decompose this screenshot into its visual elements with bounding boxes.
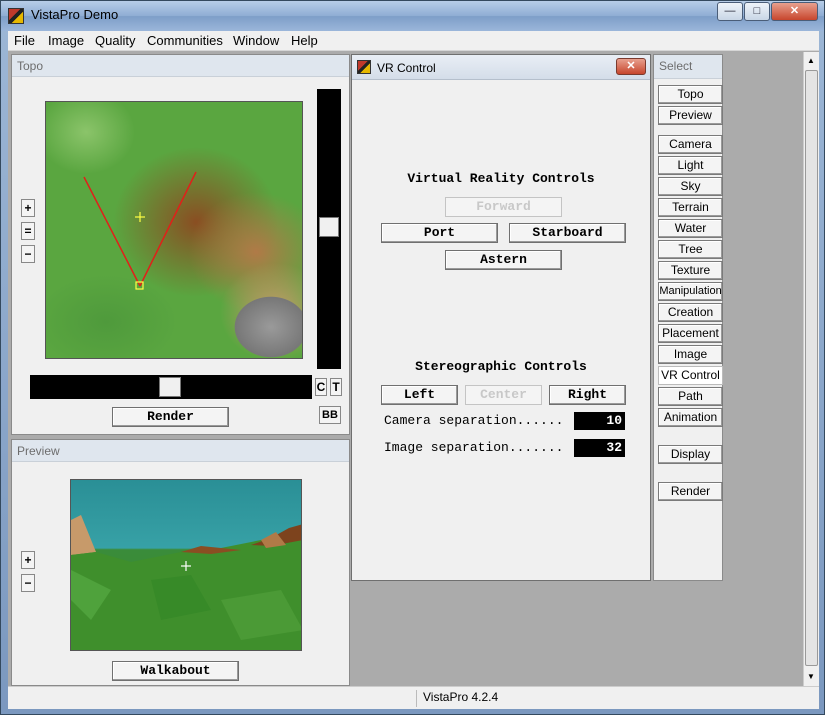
select-panel-title: Select: [654, 55, 722, 79]
image-separation-field[interactable]: 32: [574, 439, 625, 457]
select-texture-button[interactable]: Texture: [658, 261, 723, 280]
vr-control-title: VR Control: [377, 61, 436, 75]
select-creation-button[interactable]: Creation: [658, 303, 723, 322]
topo-zoom-reset-button[interactable]: =: [21, 222, 35, 240]
select-placement-button[interactable]: Placement: [658, 324, 723, 343]
select-panel: Select Topo Preview Camera Light Sky Ter…: [653, 54, 723, 581]
select-animation-button[interactable]: Animation: [658, 408, 723, 427]
menu-window[interactable]: Window: [233, 33, 279, 48]
title-bar[interactable]: VistaPro Demo — □ ✕: [1, 1, 824, 31]
minimize-button[interactable]: —: [717, 2, 743, 21]
maximize-button[interactable]: □: [744, 2, 770, 21]
vr-control-close-button[interactable]: ✕: [616, 58, 646, 75]
menu-help[interactable]: Help: [291, 33, 318, 48]
vr-control-app-icon: [357, 60, 371, 74]
status-version-text: VistaPro 4.2.4: [416, 690, 498, 707]
app-window: VistaPro Demo — □ ✕ File Image Quality C…: [0, 0, 825, 715]
topo-c-button[interactable]: C: [315, 378, 327, 396]
select-manipulation-button[interactable]: Manipulation: [658, 282, 723, 301]
camera-view-lines: [83, 171, 197, 290]
close-button[interactable]: ✕: [771, 2, 818, 21]
select-vr-control-button[interactable]: VR Control: [658, 366, 723, 385]
topo-zoom-out-button[interactable]: −: [21, 245, 35, 263]
menu-image[interactable]: Image: [48, 33, 84, 48]
topo-zoom-in-button[interactable]: +: [21, 199, 35, 217]
topo-panel-title: Topo: [12, 55, 349, 77]
vr-heading: Virtual Reality Controls: [407, 171, 595, 186]
select-terrain-button[interactable]: Terrain: [658, 198, 723, 217]
topo-horizontal-slider-thumb[interactable]: [159, 377, 181, 397]
preview-zoom-out-button[interactable]: −: [21, 574, 35, 592]
scroll-up-arrow-icon[interactable]: ▲: [807, 56, 815, 65]
select-tree-button[interactable]: Tree: [658, 240, 723, 259]
client-area: File Image Quality Communities Window He…: [8, 31, 819, 709]
select-render-button[interactable]: Render: [658, 482, 723, 501]
topo-horizontal-slider[interactable]: [30, 375, 312, 399]
topo-bb-button[interactable]: BB: [319, 406, 341, 424]
window-title: VistaPro Demo: [31, 7, 119, 22]
topo-t-button[interactable]: T: [330, 378, 342, 396]
workspace: Topo + = − C T Render BB Preview + − Wal…: [8, 52, 803, 686]
topo-vertical-slider-thumb[interactable]: [319, 217, 339, 237]
center-button[interactable]: Center: [465, 385, 542, 405]
select-display-button[interactable]: Display: [658, 445, 723, 464]
astern-button[interactable]: Astern: [445, 250, 562, 270]
right-button[interactable]: Right: [549, 385, 626, 405]
select-image-button[interactable]: Image: [658, 345, 723, 364]
preview-terrain-image: [71, 515, 301, 650]
app-icon: [8, 8, 24, 24]
preview-zoom-in-button[interactable]: +: [21, 551, 35, 569]
image-separation-label: Image separation.......: [384, 440, 564, 455]
select-water-button[interactable]: Water: [658, 219, 723, 238]
walkabout-button[interactable]: Walkabout: [112, 661, 239, 681]
select-topo-button[interactable]: Topo: [658, 85, 723, 104]
menu-quality[interactable]: Quality: [95, 33, 135, 48]
vr-control-window: VR Control ✕ Virtual Reality Controls Fo…: [351, 54, 651, 581]
render-button[interactable]: Render: [112, 407, 229, 427]
select-path-button[interactable]: Path: [658, 387, 723, 406]
workspace-vertical-scrollbar[interactable]: ▲ ▼: [803, 52, 819, 686]
camera-separation-label: Camera separation......: [384, 413, 564, 428]
vr-control-titlebar[interactable]: VR Control ✕: [352, 55, 650, 80]
menu-bar: File Image Quality Communities Window He…: [8, 31, 819, 51]
port-button[interactable]: Port: [381, 223, 498, 243]
preview-panel: Preview + − Walkabout: [11, 439, 350, 686]
starboard-button[interactable]: Starboard: [509, 223, 626, 243]
status-bar: VistaPro 4.2.4: [8, 686, 819, 709]
scroll-down-arrow-icon[interactable]: ▼: [807, 672, 815, 681]
select-sky-button[interactable]: Sky: [658, 177, 723, 196]
select-camera-button[interactable]: Camera: [658, 135, 723, 154]
select-light-button[interactable]: Light: [658, 156, 723, 175]
topo-map[interactable]: [45, 101, 303, 359]
menu-communities[interactable]: Communities: [147, 33, 223, 48]
select-preview-button[interactable]: Preview: [658, 106, 723, 125]
stereo-heading: Stereographic Controls: [415, 359, 587, 374]
camera-separation-field[interactable]: 10: [574, 412, 625, 430]
left-button[interactable]: Left: [381, 385, 458, 405]
workspace-scrollbar-thumb[interactable]: [805, 70, 818, 666]
menu-file[interactable]: File: [14, 33, 35, 48]
preview-panel-title: Preview: [12, 440, 349, 462]
topo-vertical-slider[interactable]: [317, 89, 341, 369]
forward-button[interactable]: Forward: [445, 197, 562, 217]
topo-panel: Topo + = − C T Render BB: [11, 54, 350, 435]
preview-viewport[interactable]: [70, 479, 302, 651]
